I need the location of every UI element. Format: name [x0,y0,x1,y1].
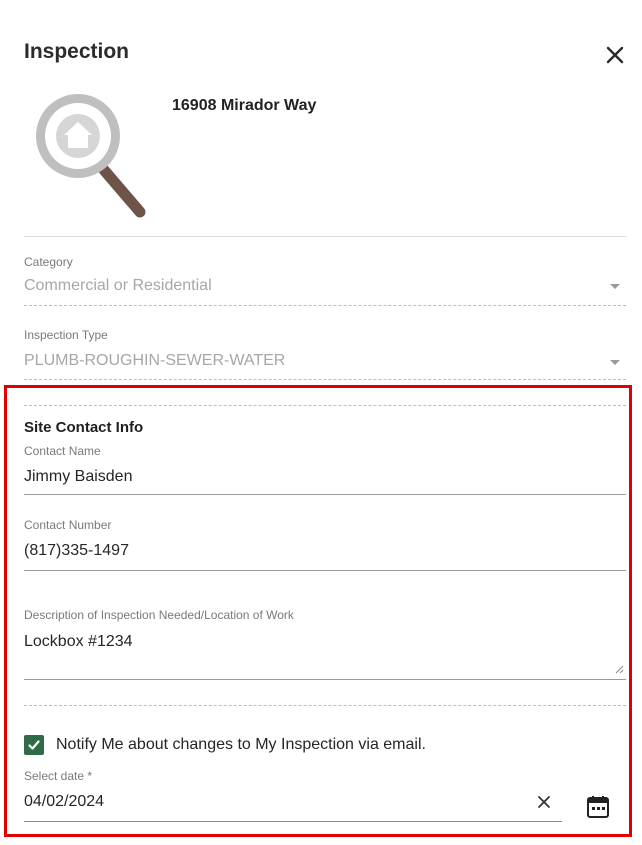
clear-icon[interactable] [536,794,552,810]
notify-checkbox[interactable] [24,735,44,755]
category-underline [24,305,626,306]
calendar-icon[interactable] [585,794,611,820]
site-contact-heading: Site Contact Info [24,419,144,436]
contact-name-label: Contact Name [24,444,101,458]
notify-label[interactable]: Notify Me about changes to My Inspection… [56,736,426,754]
chevron-down-icon[interactable] [610,360,620,365]
checkmark-icon [28,740,40,750]
contact-number-field[interactable]: (817)335-1497 [24,542,129,560]
inspection-type-label: Inspection Type [24,328,108,342]
description-underline [24,679,626,680]
dialog-title: Inspection [24,40,130,63]
category-label: Category [24,255,73,269]
date-label: Select date * [24,769,93,783]
close-icon[interactable] [602,40,630,68]
inspection-type-underline [24,379,626,380]
contact-number-label: Contact Number [24,518,112,532]
contact-number-underline [24,570,626,571]
description-label: Description of Inspection Needed/Locatio… [24,608,294,622]
date-input[interactable]: 04/02/2024 [24,793,104,811]
section-mid-divider [24,705,626,706]
property-address: 16908 Mirador Way [172,97,317,114]
inspection-type-select-value[interactable]: PLUMB-ROUGHIN-SEWER-WATER [24,352,285,370]
contact-name-field[interactable]: Jimmy Baisden [24,468,132,486]
header-divider [24,236,626,237]
resize-handle-icon[interactable] [614,661,624,674]
house-magnifier-icon [24,88,154,223]
contact-name-underline [24,494,626,495]
date-underline [24,821,562,822]
description-textarea[interactable]: Lockbox #1234 [24,633,133,651]
chevron-down-icon[interactable] [610,284,620,289]
section-top-divider [24,405,626,406]
category-select-value[interactable]: Commercial or Residential [24,277,212,295]
